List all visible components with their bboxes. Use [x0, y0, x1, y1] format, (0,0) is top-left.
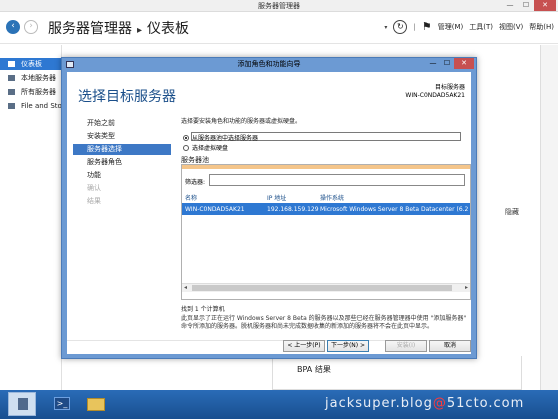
radio-selected-icon[interactable] — [183, 134, 189, 141]
destination-server-label: 目标服务器 — [434, 84, 465, 91]
column-os[interactable]: 操作系统 — [320, 193, 344, 202]
next-button[interactable]: 下一步(N) > — [327, 340, 369, 352]
back-arrow-icon: ‹ — [11, 21, 15, 31]
install-button: 安装(I) — [385, 340, 427, 352]
server-manager-icon — [18, 398, 28, 410]
step-confirmation: 确认 — [87, 184, 101, 192]
header-tools: ▾ ↻ | ⚑ 管理(M) 工具(T) 视图(V) 帮助(H) — [384, 18, 554, 36]
radio-virtual-disk[interactable]: 选择虚拟硬盘 — [183, 143, 228, 152]
instruction-text: 选择要安装角色和功能的服务器或虚拟硬盘。 — [181, 118, 302, 125]
scrollbar[interactable] — [540, 45, 558, 390]
wizard-footer: < 上一步(P) 下一步(N) > 安装(I) 取消 — [67, 340, 471, 354]
step-installation-type[interactable]: 安装类型 — [73, 131, 171, 142]
wizard-body: 选择目标服务器 目标服务器 WIN-C0NDAD5AK21 开始之前 安装类型 … — [67, 72, 471, 354]
forward-button[interactable]: › — [24, 20, 38, 34]
server-icon — [8, 75, 15, 81]
scroll-right-icon[interactable]: ▸ — [465, 284, 468, 292]
window-controls: — ☐ ✕ — [502, 0, 556, 12]
breadcrumb-app[interactable]: 服务器管理器 — [48, 21, 132, 37]
sidebar-item-all-servers[interactable]: 所有服务器 — [0, 86, 62, 98]
description-text: 此页显示了正在运行 Windows Server 8 Beta 的服务器以及那些… — [181, 315, 467, 330]
sidebar-item-file-storage[interactable]: File and Storage Services — [0, 100, 62, 112]
menu-manage[interactable]: 管理(M) — [438, 22, 464, 32]
step-before-you-begin[interactable]: 开始之前 — [73, 118, 171, 129]
server-pool-panel: 筛选器: 名称 IP 地址 操作系统 WIN-C0NDAD5AK21 192.1… — [181, 164, 471, 300]
step-features[interactable]: 功能 — [73, 170, 171, 181]
menu-tools[interactable]: 工具(T) — [469, 22, 493, 32]
taskbar-server-manager[interactable] — [8, 392, 36, 416]
wizard-maximize-button[interactable]: ☐ — [440, 58, 454, 69]
pool-accent-bar — [182, 165, 470, 169]
taskbar-powershell[interactable]: >_ — [48, 392, 76, 416]
wizard-content: 选择要安装角色和功能的服务器或虚拟硬盘。 从服务器池中选择服务器 选择虚拟硬盘 … — [181, 116, 471, 348]
table-row[interactable]: WIN-C0NDAD5AK21 192.168.159.129 Microsof… — [182, 203, 470, 215]
refresh-button[interactable]: ↻ — [393, 20, 408, 34]
row-name: WIN-C0NDAD5AK21 — [185, 206, 245, 213]
window-title: 服务器管理器 — [0, 0, 558, 12]
folder-icon — [87, 398, 105, 411]
breadcrumb-separator-icon: ▸ — [137, 25, 143, 36]
powershell-icon: >_ — [54, 397, 70, 410]
table-header: 名称 IP 地址 操作系统 — [182, 191, 470, 202]
filter-input[interactable] — [209, 174, 465, 186]
radio-virtual-disk-label: 选择虚拟硬盘 — [192, 145, 229, 152]
radio-server-pool-label: 从服务器池中选择服务器 — [192, 135, 259, 142]
add-roles-wizard: 添加角色和功能向导 — ☐ ✕ 选择目标服务器 目标服务器 WIN-C0NDAD… — [61, 57, 477, 359]
sidebar-item-local-server[interactable]: 本地服务器 — [0, 72, 62, 84]
scroll-thumb[interactable] — [192, 285, 452, 291]
sidebar-item-label: 本地服务器 — [21, 74, 56, 82]
row-ip: 192.168.159.129 — [267, 206, 319, 213]
row-os: Microsoft Windows Server 8 Beta Datacent… — [320, 206, 469, 213]
sidebar-item-label: 所有服务器 — [21, 88, 56, 96]
wizard-window-controls: — ☐ ✕ — [426, 58, 474, 69]
storage-icon — [8, 103, 15, 109]
column-name[interactable]: 名称 — [185, 193, 197, 202]
watermark: jacksuper.blog@51cto.com — [325, 396, 524, 411]
cancel-button[interactable]: 取消 — [429, 340, 471, 352]
found-count: 找到 1 个计算机 — [181, 306, 225, 313]
sidebar-item-label: 仪表板 — [21, 60, 42, 68]
sidebar-item-dashboard[interactable]: 仪表板 — [0, 58, 62, 70]
menu-help[interactable]: 帮助(H) — [529, 22, 554, 32]
back-button[interactable]: ‹ — [6, 20, 20, 34]
refresh-icon: ↻ — [397, 22, 404, 31]
watermark-dot: @ — [432, 396, 447, 411]
wizard-close-button[interactable]: ✕ — [454, 58, 474, 69]
column-ip[interactable]: IP 地址 — [267, 193, 286, 202]
bpa-results-label[interactable]: BPA 结果 — [297, 364, 331, 375]
separator: | — [413, 23, 416, 31]
minimize-button[interactable]: — — [502, 0, 518, 11]
servers-icon — [8, 89, 15, 95]
previous-button[interactable]: < 上一步(P) — [283, 340, 325, 352]
scroll-left-icon[interactable]: ◂ — [184, 284, 187, 292]
radio-unselected-icon[interactable] — [183, 144, 189, 151]
step-results: 结果 — [87, 197, 101, 205]
menu-view[interactable]: 视图(V) — [499, 22, 523, 32]
radio-server-pool[interactable]: 从服务器池中选择服务器 — [183, 133, 258, 142]
filter-label: 筛选器: — [185, 179, 206, 186]
breadcrumb: 服务器管理器 ▸ 仪表板 — [48, 18, 189, 38]
horizontal-scrollbar[interactable]: ◂ ▸ — [182, 283, 470, 292]
dashboard-icon — [8, 61, 15, 67]
taskbar-explorer[interactable] — [82, 392, 110, 416]
dropdown-chevron-icon[interactable]: ▾ — [384, 24, 387, 31]
sidebar-item-label: File and Storage Services — [21, 102, 62, 110]
watermark-domain: 51cto.com — [446, 396, 525, 411]
sidebar: 仪表板 本地服务器 所有服务器 File and Storage Service… — [0, 45, 62, 390]
wizard-title: 添加角色和功能向导 — [237, 60, 301, 68]
destination-server-name: WIN-C0NDAD5AK21 — [405, 92, 465, 99]
maximize-button[interactable]: ☐ — [518, 0, 534, 11]
step-server-roles[interactable]: 服务器角色 — [73, 157, 171, 168]
wizard-minimize-button[interactable]: — — [426, 58, 440, 69]
wizard-app-icon — [66, 61, 74, 68]
breadcrumb-page: 仪表板 — [147, 21, 190, 37]
wizard-heading: 选择目标服务器 — [78, 89, 176, 105]
notifications-flag-icon[interactable]: ⚑ — [422, 20, 432, 34]
forward-arrow-icon: › — [29, 21, 33, 31]
watermark-text: jacksuper.blog — [325, 396, 433, 411]
step-server-selection[interactable]: 服务器选择 — [73, 144, 171, 155]
close-button[interactable]: ✕ — [534, 0, 556, 11]
hide-link[interactable]: 隐藏 — [505, 207, 519, 217]
